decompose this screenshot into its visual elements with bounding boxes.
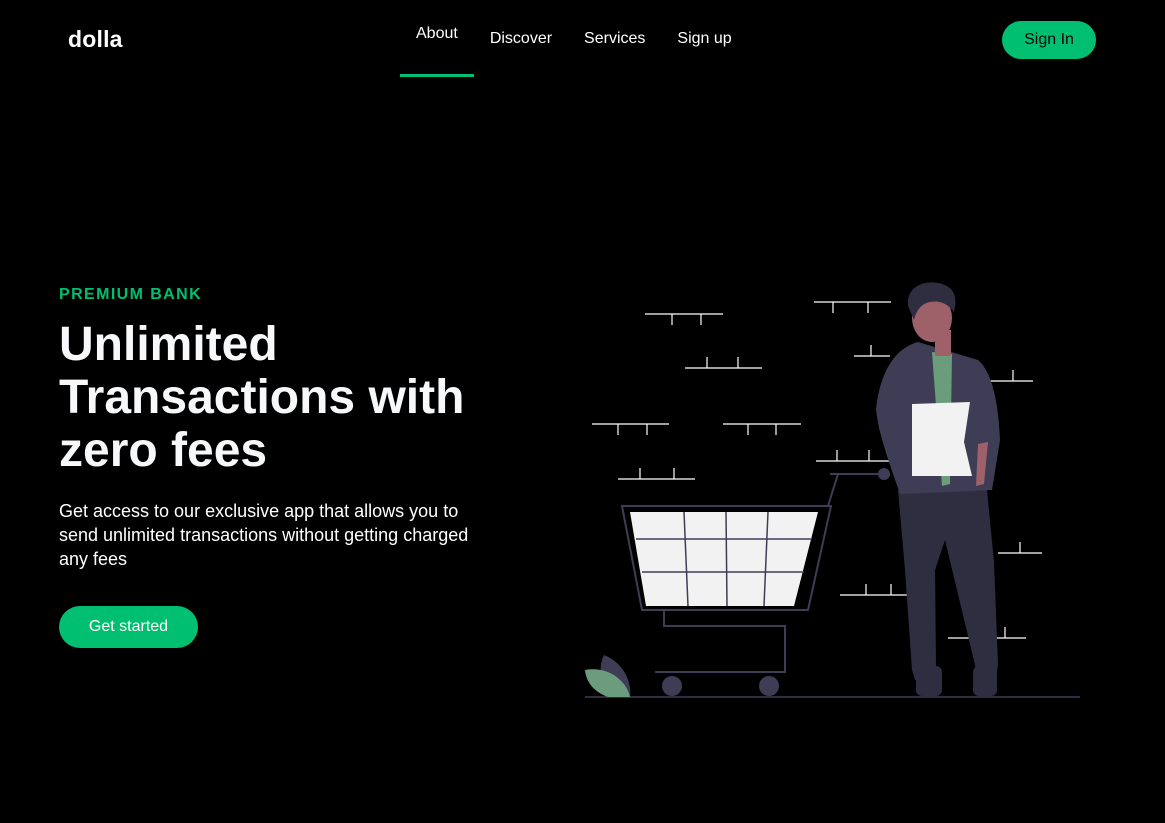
nav-item-services[interactable]: Services [568, 0, 661, 80]
cart-handle-knob [878, 468, 890, 480]
hero-heading: Unlimited Transactions with zero fees [59, 318, 465, 477]
nav-menu: About Discover Services Sign up [400, 0, 748, 80]
nav-item-discover[interactable]: Discover [474, 0, 568, 80]
nav-label-about: About [416, 25, 458, 42]
hero-subtitle: Get access to our exclusive app that all… [59, 501, 469, 569]
nav-link-about[interactable]: About [400, 0, 474, 77]
nav-label-discover: Discover [489, 30, 553, 47]
cart-wheel-right [759, 676, 779, 696]
nav-label-services: Services [584, 30, 646, 47]
navbar: dolla About Discover Services Sign up Si… [0, 0, 1165, 80]
top-line: PREMIUM BANK [59, 286, 203, 303]
sign-in-button[interactable]: Sign In [1002, 21, 1096, 59]
person [876, 282, 1000, 696]
shopping-illustration [585, 282, 1080, 698]
cart-basket [630, 512, 818, 606]
nav-link-discover[interactable]: Discover [474, 0, 568, 78]
nav-link-services[interactable]: Services [568, 0, 661, 78]
nav-item-about[interactable]: About [400, 0, 474, 80]
logo[interactable]: dolla [68, 26, 123, 53]
nav-label-signup: Sign up [677, 30, 732, 47]
nav-link-signup[interactable]: Sign up [661, 0, 747, 78]
get-started-button[interactable]: Get started [59, 606, 198, 648]
cart-wheel-left [662, 676, 682, 696]
nav-item-signup[interactable]: Sign up [661, 0, 747, 80]
page: dolla About Discover Services Sign up Si… [0, 0, 1165, 823]
